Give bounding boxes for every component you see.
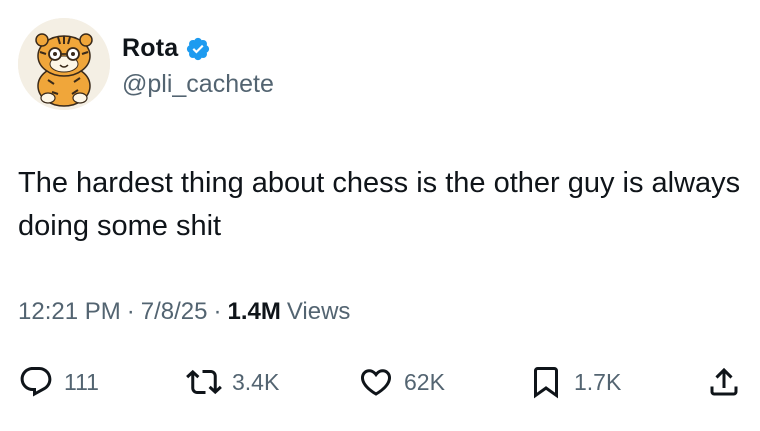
repost-button[interactable]: 3.4K <box>186 362 279 402</box>
tweet-time[interactable]: 12:21 PM <box>18 298 121 326</box>
bookmark-icon <box>534 367 558 399</box>
share-button[interactable] <box>706 362 742 402</box>
bookmark-count: 1.7K <box>574 368 622 395</box>
like-count: 62K <box>404 368 445 395</box>
tweet-meta: 12:21 PM · 7/8/25 · 1.4M Views <box>18 298 350 326</box>
tiger-avatar-image <box>18 18 110 110</box>
reply-button[interactable]: 111 <box>18 362 99 402</box>
author-handle[interactable]: @pli_cachete <box>122 70 274 99</box>
like-button[interactable]: 62K <box>358 362 445 402</box>
tweet-text: The hardest thing about chess is the oth… <box>18 167 741 242</box>
author-name-row[interactable]: Rota <box>122 34 211 63</box>
views-count: 1.4M <box>227 298 281 325</box>
repost-count: 3.4K <box>232 368 280 395</box>
avatar[interactable] <box>18 18 110 110</box>
verified-badge-icon <box>185 36 211 62</box>
repost-icon <box>186 369 222 395</box>
meta-separator: · <box>213 298 222 325</box>
action-bar: 111 3.4K 62K 1.7K <box>18 362 743 402</box>
tweet-date[interactable]: 7/8/25 <box>141 298 208 326</box>
views-label: Views <box>286 298 351 325</box>
heart-icon <box>360 369 392 396</box>
bookmark-button[interactable]: 1.7K <box>528 362 621 402</box>
author-name[interactable]: Rota <box>122 34 178 63</box>
meta-separator: · <box>126 298 135 325</box>
reply-count: 111 <box>64 368 99 395</box>
reply-icon <box>20 367 52 397</box>
share-icon <box>710 367 738 396</box>
